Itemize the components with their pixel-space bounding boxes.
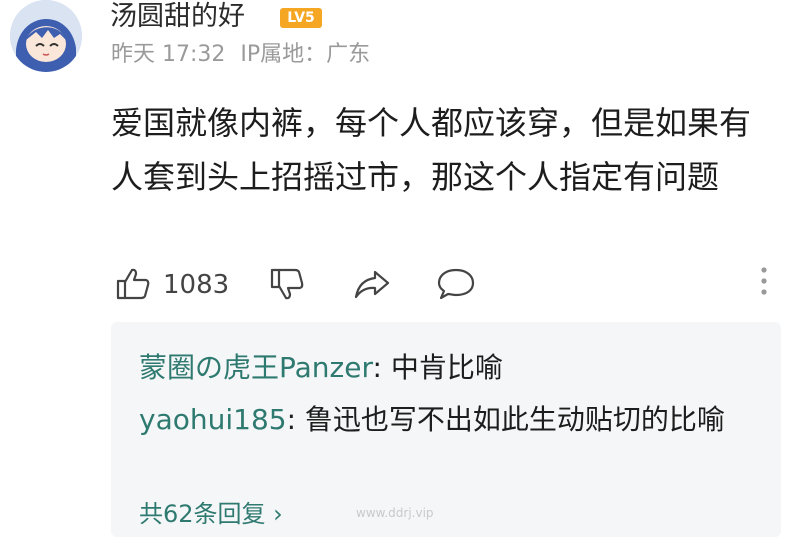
username[interactable]: 汤圆甜的好 xyxy=(110,2,245,32)
reply-preview[interactable]: 蒙圈の虎王Panzer: 中肯比喻 yaohui185: 鲁迅也写不出如此生动贴… xyxy=(111,322,781,537)
reply-text: 中肯比喻 xyxy=(390,351,503,384)
avatar[interactable] xyxy=(10,0,82,72)
reply-item[interactable]: 蒙圈の虎王Panzer: 中肯比喻 xyxy=(139,342,759,394)
post-meta: 昨天 17:32 IP属地：广东 xyxy=(111,42,378,68)
reply-text: 鲁迅也写不出如此生动贴切的比喻 xyxy=(304,403,725,436)
reply-item[interactable]: yaohui185: 鲁迅也写不出如此生动贴切的比喻 xyxy=(139,394,759,446)
level-badge: LV5 xyxy=(280,8,322,28)
post-time: 昨天 17:32 xyxy=(111,42,226,67)
like-count: 1083 xyxy=(163,270,230,300)
thumbs-up-icon[interactable] xyxy=(115,266,151,306)
reply-author[interactable]: yaohui185 xyxy=(139,403,287,436)
more-options-icon[interactable] xyxy=(759,264,769,304)
post-content: 爱国就像内裤，每个人都应该穿，但是如果有人套到头上招摇过市，那这个人指定有问题 xyxy=(111,104,752,196)
action-bar: 1083 xyxy=(111,262,781,306)
reply-separator: : xyxy=(372,351,391,384)
ip-location: IP属地：广东 xyxy=(240,42,371,67)
comment-icon[interactable] xyxy=(437,266,475,306)
view-all-replies-link[interactable]: 共62条回复 › xyxy=(139,494,283,529)
share-icon[interactable] xyxy=(353,266,391,306)
thumbs-down-icon[interactable] xyxy=(269,266,305,306)
watermark: www.ddrj.vip xyxy=(356,506,434,520)
reply-author[interactable]: 蒙圈の虎王Panzer xyxy=(139,351,372,384)
reply-separator: : xyxy=(286,403,305,436)
